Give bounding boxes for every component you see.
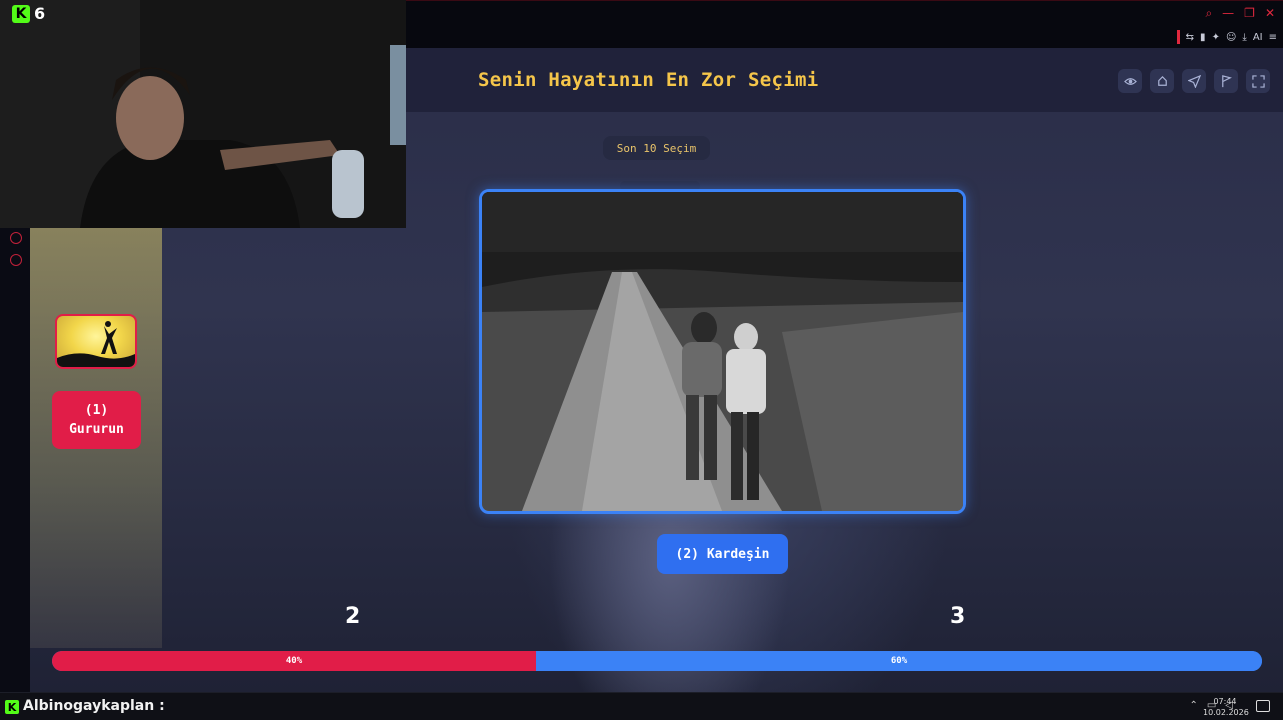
notification-icon[interactable]	[1256, 700, 1270, 712]
children-walking-photo	[482, 192, 963, 511]
tray-chevron-icon[interactable]: ⌃	[1189, 700, 1197, 711]
fullscreen-button[interactable]	[1246, 69, 1270, 93]
viewer-count: 6	[34, 4, 46, 23]
kick-taskbar-icon: K	[5, 700, 19, 714]
result-left-segment: 40%	[52, 651, 536, 671]
settings-icon[interactable]	[10, 254, 22, 266]
left-vote-count: 2	[345, 604, 361, 629]
ai-button[interactable]: AI	[1253, 32, 1263, 43]
result-bar: 40% 60%	[52, 651, 1262, 671]
fullscreen-icon	[1251, 74, 1265, 88]
clock-time: 07:44	[1213, 697, 1237, 706]
webcam-overlay: K 6	[0, 0, 406, 228]
toolbar-accent	[1176, 30, 1180, 44]
send-button[interactable]	[1182, 69, 1206, 93]
system-clock[interactable]: 07:44 10.02.2026	[1203, 696, 1249, 718]
triumph-silhouette-image	[57, 321, 135, 367]
taskbar: K Albinogaykaplan : ⌃ ▭ ◁ 07:44 10.02.20…	[0, 692, 1283, 720]
option1-thumbnail[interactable]	[55, 314, 137, 369]
download-icon[interactable]: ⤓	[1242, 32, 1246, 43]
kick-logo-icon: K	[12, 4, 30, 23]
viewer-badge: K 6	[12, 4, 45, 23]
close-icon[interactable]: ✕	[1265, 6, 1275, 21]
result-right-segment: 60%	[536, 651, 1262, 671]
menu-icon[interactable]: ≡	[1269, 32, 1277, 43]
extension-toolbar: ⇆ ▮ ✦ ☺ ⤓ AI ≡	[1176, 30, 1277, 44]
option2-button[interactable]: (2) Kardeşin	[657, 534, 788, 574]
translate-icon[interactable]: ⇆	[1186, 32, 1194, 43]
page-title: Senin Hayatının En Zor Seçimi	[478, 69, 819, 91]
eye-icon	[1123, 77, 1137, 85]
right-vote-count: 3	[950, 604, 966, 629]
window-controls: ⌕ — ❐ ✕	[1205, 6, 1275, 21]
send-icon	[1187, 74, 1201, 88]
header-actions	[1118, 69, 1270, 93]
option1-label: Gururun	[69, 422, 124, 437]
eye-button[interactable]	[1118, 69, 1142, 93]
option1-button[interactable]: (1) Gururun	[52, 391, 141, 449]
flag-icon	[1221, 74, 1232, 87]
clock-date: 10.02.2026	[1203, 708, 1249, 717]
top-accent-line	[406, 0, 1283, 1]
option1-number: (1)	[84, 403, 109, 418]
share-button[interactable]	[1150, 69, 1174, 93]
left-rail	[0, 228, 30, 692]
extension-icon[interactable]: ✦	[1212, 32, 1220, 43]
flag-button[interactable]	[1214, 69, 1238, 93]
profile-icon[interactable]: ☺	[1226, 32, 1236, 43]
restore-icon[interactable]: ❐	[1244, 6, 1255, 21]
search-icon[interactable]: ⌕	[1205, 6, 1212, 21]
minimize-icon[interactable]: —	[1222, 6, 1234, 21]
share-icon	[1157, 75, 1167, 86]
stats-icon[interactable]: ▮	[1200, 32, 1206, 43]
streamer-webcam-feed	[0, 0, 406, 228]
chat-username: Albinogaykaplan :	[23, 698, 165, 714]
chat-icon[interactable]	[10, 232, 22, 244]
option2-image-card[interactable]	[479, 189, 966, 514]
history-button[interactable]: Son 10 Seçim	[603, 136, 710, 160]
